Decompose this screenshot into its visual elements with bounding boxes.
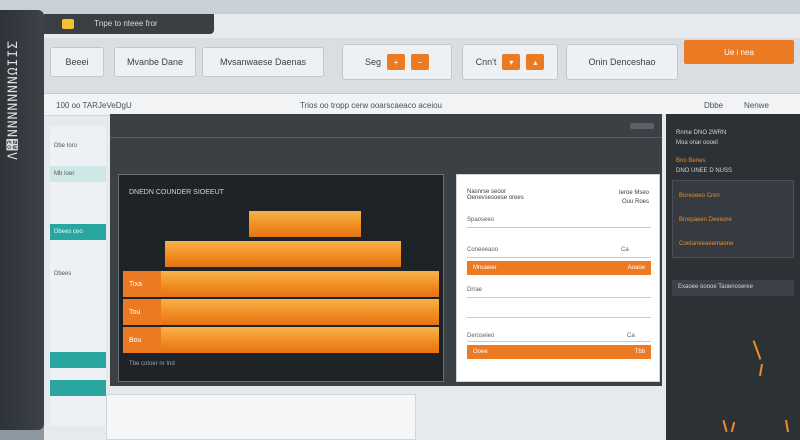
app-logo-icon: [62, 19, 74, 29]
right-panel-caption-bar: Exaoee ooooe Taoenoseree: [672, 280, 794, 296]
form-field-2[interactable]: [467, 257, 651, 258]
form-right-top-2: Ouu Roes: [621, 199, 649, 205]
subheader: 100 oo TARJeVeDgU Trios oo tropp cerw oo…: [44, 94, 800, 116]
subheader-center: Trios oo tropp cerw ooarscaeaco aceiou: [300, 101, 442, 110]
right-panel-box-line-3: Coetaneeaeemaone: [679, 241, 734, 247]
toolbar-button-4-label: Seg: [364, 57, 381, 67]
subheader-right-2: Nenwe: [744, 101, 769, 110]
form-label-4: Deroseieo: [467, 333, 495, 339]
right-panel-text-4: DNO UNEE D NUSS: [676, 168, 733, 174]
form-label-1: Spaoseeo: [467, 217, 495, 223]
form-row-1-left: Mnuaeer: [473, 265, 497, 271]
toolbar-button-2[interactable]: Mvanbe Dane: [114, 47, 196, 77]
toolbar-button-4[interactable]: Seg + −: [342, 44, 452, 80]
bar-label-5: Bou: [123, 327, 161, 353]
primary-action-button[interactable]: Ue i nea: [684, 40, 794, 64]
window-title: Tnpe to nteee fror: [94, 19, 158, 28]
bar-label-4: Tou: [123, 299, 161, 325]
minus-icon[interactable]: −: [411, 54, 429, 70]
spark-1: [752, 340, 762, 360]
bar-label-3: Tixa: [123, 271, 161, 297]
form-row-2-right: Tbb: [634, 349, 645, 355]
right-panel: Rnme DNO 2WRN Moa onar oooel Bno Benes D…: [666, 114, 800, 440]
main-panel-header: [110, 114, 662, 138]
bar-chart: DNEDN COUNDER SIOEEUT Tixa Tou Bou Tbe cot…: [118, 174, 444, 382]
toolbar-button-5-label: Cnn't: [475, 57, 497, 67]
nav-item-5[interactable]: [50, 352, 106, 368]
nav-item-3[interactable]: Dbees ceo: [50, 224, 106, 240]
form-label-4-right: Ca: [627, 333, 635, 339]
right-panel-text-2: Moa onar oooel: [676, 140, 718, 146]
form-row-1-right: Aoaoe: [627, 265, 645, 271]
spark-5: [784, 419, 790, 433]
nav-item-1[interactable]: Dbe Ioro: [50, 138, 106, 154]
toolbar-button-5[interactable]: Cnn't ▾ ▴: [462, 44, 558, 80]
form-field-4[interactable]: [467, 317, 651, 318]
toolbar: Beeei Mvanbe Dane Mvsanwaese Daenas Seg …: [44, 38, 800, 94]
side-title: Λ΢ΝΝΝΝΝΝΝΩΙΙΣ: [6, 40, 21, 160]
left-nav: Dbe Ioro Mb Ioer Dbees ceo Dbees: [50, 126, 106, 426]
right-panel-text-1: Rnme DNO 2WRN: [676, 130, 727, 136]
toolbar-button-3[interactable]: Mvsanwaese Daenas: [202, 47, 324, 77]
bar-3: [161, 271, 439, 297]
primary-action-label: Ue i nea: [724, 47, 754, 57]
form-label-2-right: Ca: [621, 247, 629, 253]
subheader-left: 100 oo TARJeVeDgU: [56, 101, 132, 110]
app-window: Tnpe to nteee fror Beeei Mvanbe Dane Mvs…: [44, 14, 800, 440]
bar-2: [165, 241, 401, 267]
form-label-2: Coneeeaoo: [467, 247, 499, 253]
right-panel-box-line-1: Bureoeeo Cren: [679, 193, 720, 199]
more-icon[interactable]: [630, 123, 654, 129]
chart-footer: Tbe cotoer nr Ind: [129, 361, 175, 367]
bottom-strip: [106, 394, 416, 440]
form-label-3: Drrae: [467, 287, 483, 293]
bar-4: [161, 299, 439, 325]
chevron-down-icon[interactable]: ▾: [502, 54, 521, 70]
toolbar-button-6-label: Onin Denceshao: [588, 57, 656, 67]
toolbar-button-2-label: Mvanbe Dane: [126, 57, 184, 67]
spark-4: [730, 421, 736, 433]
titlebar: Tnpe to nteee fror: [44, 14, 214, 34]
nav-item-4[interactable]: Dbees: [50, 266, 106, 282]
form-highlight-row-1[interactable]: Mnuaeer Aoaoe: [467, 261, 651, 275]
form-field-1[interactable]: [467, 227, 651, 228]
form-right-top: Ieroe Mseo: [618, 190, 649, 196]
chart-title: DNEDN COUNDER SIOEEUT: [129, 189, 224, 196]
bar-1: [249, 211, 362, 237]
toolbar-button-3-label: Mvsanwaese Daenas: [219, 57, 307, 67]
chevron-up-icon[interactable]: ▴: [526, 54, 545, 70]
spark-3: [722, 419, 728, 433]
right-panel-caption: Exaoee ooooe Taoenoseree: [678, 284, 753, 290]
right-panel-box-line-2: Brrepaeen Deeeore: [679, 217, 732, 223]
bar-5: [161, 327, 439, 353]
form-row-2-left: Ooee: [473, 349, 488, 355]
form-field-3[interactable]: [467, 297, 651, 298]
form-field-5[interactable]: [467, 341, 651, 342]
spark-2: [758, 363, 764, 377]
form-card: Nasnrse seoor Oenevsesoese orees Ieroe M…: [456, 174, 660, 382]
plus-icon[interactable]: +: [387, 54, 405, 70]
subheader-right-1: Dbbe: [704, 101, 724, 110]
toolbar-button-6[interactable]: Onin Denceshao: [566, 44, 678, 80]
right-panel-box: Bureoeeo Cren Brrepaeen Deeeore Coetanee…: [672, 180, 794, 258]
form-highlight-row-2[interactable]: Ooee Tbb: [467, 345, 651, 359]
toolbar-button-1[interactable]: Beeei: [50, 47, 104, 77]
right-panel-text-3: Bno Benes: [676, 158, 706, 164]
form-title-right: Ieroe Mseo Ouu Roes: [619, 189, 649, 207]
side-panel: Λ΢ΝΝΝΝΝΝΝΩΙΙΣ: [0, 10, 44, 430]
toolbar-button-1-label: Beeei: [65, 57, 89, 67]
nav-item-2[interactable]: Mb Ioer: [50, 166, 106, 182]
form-subtitle-text: Oenevsesoese orees: [467, 195, 524, 201]
nav-item-6[interactable]: [50, 380, 106, 396]
form-title: Nasnrse seoor Oenevsesoese orees: [467, 189, 524, 201]
